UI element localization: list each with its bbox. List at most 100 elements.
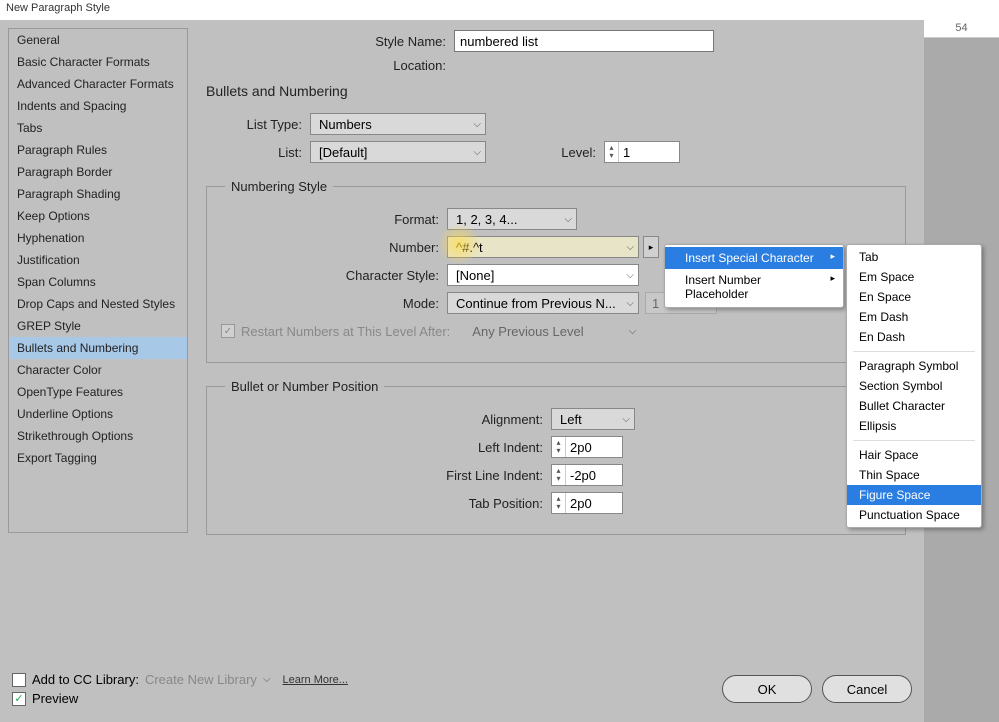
menu-item[interactable]: Figure Space [847,485,981,505]
sidebar-item[interactable]: Advanced Character Formats [9,73,187,95]
sidebar-item[interactable]: Tabs [9,117,187,139]
menu-item[interactable]: Section Symbol [847,376,981,396]
mode-dropdown[interactable]: Continue from Previous N... ⌵ [447,292,639,314]
menu-item[interactable]: Thin Space [847,465,981,485]
style-name-label: Style Name: [206,34,454,49]
format-dropdown[interactable]: 1, 2, 3, 4... ⌵ [447,208,577,230]
sidebar-item[interactable]: Character Color [9,359,187,381]
sidebar-item[interactable]: Paragraph Shading [9,183,187,205]
tab-position-input[interactable] [566,493,606,513]
list-type-dropdown[interactable]: Numbers ⌵ [310,113,486,135]
position-fieldset: Bullet or Number Position Alignment: Lef… [206,379,906,535]
submenu-arrow-icon: ▸ [830,273,835,284]
learn-more-link[interactable]: Learn More... [283,674,348,686]
preview-checkbox[interactable]: ✓ [12,692,26,706]
menu-item[interactable]: Em Space [847,267,981,287]
char-style-dropdown[interactable]: [None] ⌵ [447,264,639,286]
preview-label: Preview [32,691,78,706]
special-character-submenu[interactable]: TabEm SpaceEn SpaceEm DashEn Dash Paragra… [846,244,982,528]
first-line-indent-input[interactable] [566,465,606,485]
window-title: New Paragraph Style [0,0,999,20]
spinner-arrows-icon[interactable]: ▴▾ [552,437,566,457]
spinner-arrows-icon[interactable]: ▴▾ [552,493,566,513]
sidebar-item[interactable]: Strikethrough Options [9,425,187,447]
cancel-button[interactable]: Cancel [822,675,912,703]
ok-button[interactable]: OK [722,675,812,703]
chevron-down-icon: ⌵ [564,214,572,225]
ruler-fragment: 54 [924,20,999,38]
sidebar-item[interactable]: Export Tagging [9,447,187,469]
restart-checkbox: ✓ [221,324,235,338]
menu-item[interactable]: Paragraph Symbol [847,356,981,376]
cc-library-dropdown[interactable]: Create New Library ⌵ [145,672,271,687]
sidebar-item[interactable]: Paragraph Border [9,161,187,183]
left-indent-input[interactable] [566,437,606,457]
left-indent-spinner[interactable]: ▴▾ [551,436,623,458]
numbering-style-legend: Numbering Style [225,179,333,194]
spinner-arrows-icon[interactable]: ▴▾ [605,142,619,162]
mode-value: Continue from Previous N... [456,296,616,311]
menu-item[interactable]: Insert Special Character▸ [665,247,843,269]
number-value: ^#.^t [456,240,483,255]
location-label: Location: [206,58,454,73]
menu-item[interactable]: En Space [847,287,981,307]
char-style-label: Character Style: [207,268,447,283]
spinner-arrows-icon[interactable]: ▴▾ [552,465,566,485]
number-label: Number: [207,240,447,255]
position-legend: Bullet or Number Position [225,379,384,394]
tab-position-spinner[interactable]: ▴▾ [551,492,623,514]
sidebar-item[interactable]: OpenType Features [9,381,187,403]
insert-menu[interactable]: Insert Special Character▸Insert Number P… [664,244,844,308]
sidebar-item[interactable]: Indents and Spacing [9,95,187,117]
category-sidebar: GeneralBasic Character FormatsAdvanced C… [8,28,188,533]
chevron-down-icon: ⌵ [626,298,634,309]
sidebar-item[interactable]: Span Columns [9,271,187,293]
level-label: Level: [486,145,604,160]
section-title: Bullets and Numbering [206,83,906,99]
number-combobox[interactable]: ^#.^t ⌵ [447,236,639,258]
sidebar-item[interactable]: Drop Caps and Nested Styles [9,293,187,315]
add-cc-checkbox[interactable] [12,673,26,687]
sidebar-item[interactable]: GREP Style [9,315,187,337]
sidebar-item[interactable]: Underline Options [9,403,187,425]
menu-separator [853,440,975,441]
restart-label: Restart Numbers at This Level After: [241,324,450,339]
menu-separator [853,351,975,352]
format-label: Format: [207,212,447,227]
menu-item[interactable]: En Dash [847,327,981,347]
list-type-value: Numbers [319,117,372,132]
list-type-label: List Type: [206,117,310,132]
level-input[interactable] [619,142,659,162]
menu-item[interactable]: Ellipsis [847,416,981,436]
menu-item[interactable]: Punctuation Space [847,505,981,525]
menu-item[interactable]: Em Dash [847,307,981,327]
sidebar-item[interactable]: Paragraph Rules [9,139,187,161]
menu-item[interactable]: Bullet Character [847,396,981,416]
alignment-value: Left [560,412,582,427]
sidebar-item[interactable]: Basic Character Formats [9,51,187,73]
chevron-down-icon: ⌵ [473,147,481,158]
chevron-down-icon: ⌵ [629,326,637,337]
list-label: List: [206,145,310,160]
paragraph-style-dialog: GeneralBasic Character FormatsAdvanced C… [0,20,924,722]
first-line-indent-spinner[interactable]: ▴▾ [551,464,623,486]
sidebar-item[interactable]: Bullets and Numbering [9,337,187,359]
add-cc-label: Add to CC Library: [32,672,139,687]
restart-value: Any Previous Level [472,324,583,339]
menu-item[interactable]: Hair Space [847,445,981,465]
sidebar-item[interactable]: Hyphenation [9,227,187,249]
sidebar-item[interactable]: Keep Options [9,205,187,227]
list-dropdown[interactable]: [Default] ⌵ [310,141,486,163]
mode-label: Mode: [207,296,447,311]
content-pane: Style Name: Location: Bullets and Number… [196,28,916,658]
style-name-input[interactable] [454,30,714,52]
chevron-down-icon: ⌵ [263,674,271,685]
menu-item[interactable]: Tab [847,247,981,267]
sidebar-item[interactable]: General [9,29,187,51]
insert-flyout-button[interactable]: ▸ [643,236,659,258]
sidebar-item[interactable]: Justification [9,249,187,271]
level-spinner[interactable]: ▴▾ [604,141,680,163]
alignment-dropdown[interactable]: Left ⌵ [551,408,635,430]
format-value: 1, 2, 3, 4... [456,212,517,227]
menu-item[interactable]: Insert Number Placeholder▸ [665,269,843,305]
